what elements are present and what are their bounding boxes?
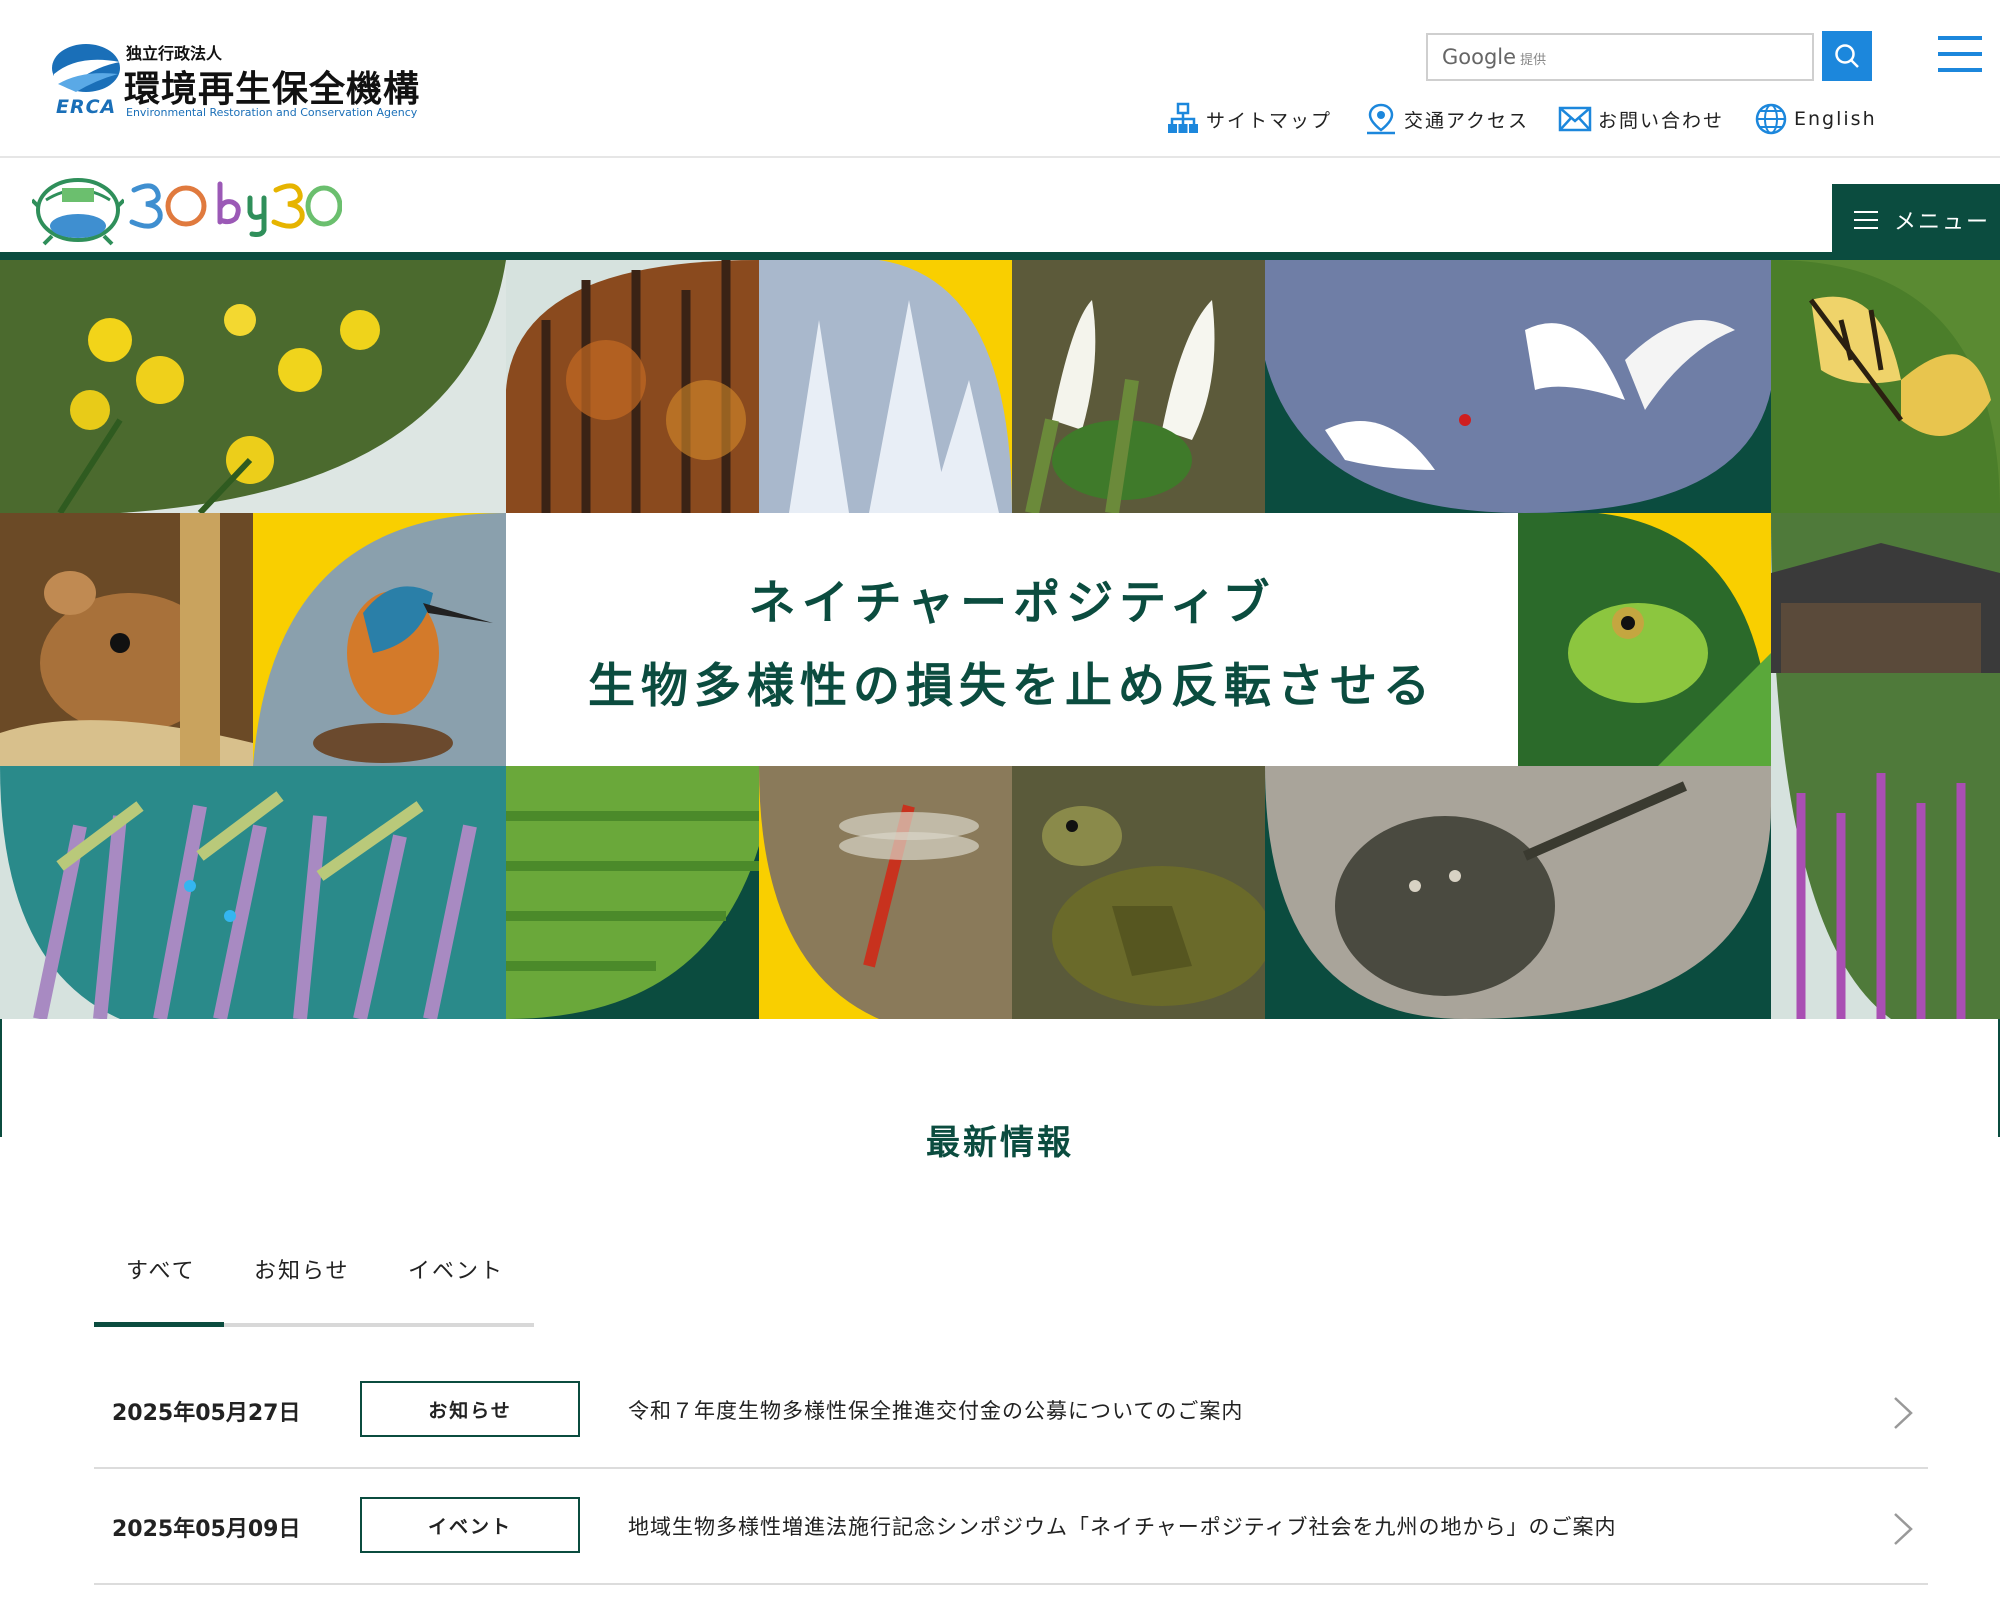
menu-button[interactable]: メニュー <box>1832 184 2000 256</box>
hero-photo-yellow-orchid <box>0 260 506 513</box>
site-header: ERCA 独立行政法人 環境再生保全機構 Environmental Resto… <box>0 0 2000 158</box>
map-pin-icon <box>1367 103 1395 135</box>
sitemap-label: サイトマップ <box>1206 109 1333 132</box>
logo-30by30[interactable] <box>32 170 342 246</box>
chevron-right-icon <box>1894 1513 1913 1545</box>
hamburger-menu-icon[interactable] <box>1938 36 1982 74</box>
search-provider: 提供 <box>1520 53 1547 68</box>
hero-photo-harvest-mouse <box>0 513 253 766</box>
sub-header: メニュー <box>0 158 2000 256</box>
contact-label: お問い合わせ <box>1598 109 1725 132</box>
tab-notice[interactable]: お知らせ <box>254 1253 350 1285</box>
active-tab-indicator <box>94 1322 224 1327</box>
hero-photo-horseshoe-crab <box>1265 766 1771 1019</box>
hero-photo-frosted-trees <box>759 260 1012 513</box>
news-item[interactable]: 2025年05月09日 イベント 地域生物多様性増進法施行記念シンポジウム「ネイ… <box>94 1469 1928 1585</box>
hero-photo-sea-turtle <box>1012 766 1265 1019</box>
news-category-badge: お知らせ <box>360 1381 580 1437</box>
news-section-title: 最新情報 <box>926 1123 1074 1163</box>
tab-all[interactable]: すべて <box>126 1253 196 1285</box>
news-date: 2025年05月09日 <box>112 1517 301 1542</box>
menu-label: メニュー <box>1894 210 1991 235</box>
hero-headline-2: 生物多様性の損失を止め反転させる <box>588 658 1436 714</box>
erca-logo[interactable]: ERCA 独立行政法人 環境再生保全機構 Environmental Resto… <box>48 40 428 120</box>
hero-photo-swallowtail <box>1771 260 2000 513</box>
globe-emblem-icon <box>32 178 124 246</box>
hero-message: ネイチャーポジティブ 生物多様性の損失を止め反転させる <box>506 513 1518 766</box>
hero-photo-rice-terraces <box>506 766 759 1019</box>
hero-photo-cranes <box>1265 260 1771 513</box>
hero-photo-autumn-forest <box>506 260 759 513</box>
search-button[interactable] <box>1822 31 1872 81</box>
hero-photo-farmhouse <box>1771 513 2000 1019</box>
hero-photo-coral-reef <box>0 766 506 1019</box>
contact-link[interactable]: お問い合わせ <box>1558 102 1724 136</box>
hero-photo-skunk-cabbage <box>1012 260 1265 513</box>
news-title-link[interactable]: 令和７年度生物多様性保全推進交付金の公募についてのご案内 <box>628 1395 1243 1425</box>
access-label: 交通アクセス <box>1404 109 1530 132</box>
news-category-badge: イベント <box>360 1497 580 1553</box>
header-divider <box>0 252 2000 260</box>
logo-english: Environmental Restoration and Conservati… <box>126 106 418 119</box>
sitemap-link[interactable]: サイトマップ <box>1166 102 1332 136</box>
chevron-right-icon <box>1894 1397 1913 1429</box>
menu-icon <box>1854 210 1878 230</box>
hero-banner: ネイチャーポジティブ 生物多様性の損失を止め反転させる <box>0 260 2000 1019</box>
tab-event[interactable]: イベント <box>408 1253 504 1285</box>
mail-icon <box>1558 106 1592 132</box>
english-label: English <box>1794 108 1877 130</box>
search-input[interactable]: Google 提供 <box>1426 33 1814 81</box>
logo-name: 環境再生保全機構 <box>124 69 421 110</box>
erca-abbr: ERCA <box>56 96 117 118</box>
globe-icon <box>1755 103 1787 135</box>
hero-photo-tree-frog <box>1518 513 1771 766</box>
sitemap-icon <box>1168 102 1198 133</box>
english-link[interactable]: English <box>1754 102 1877 136</box>
news-item[interactable]: 2025年05月27日 お知らせ 令和７年度生物多様性保全推進交付金の公募につい… <box>94 1353 1928 1469</box>
hero-photo-red-dragonfly <box>759 766 1012 1019</box>
news-title-link[interactable]: 地域生物多様性増進法施行記念シンポジウム「ネイチャーポジティブ社会を九州の地から… <box>628 1511 1617 1541</box>
search-icon <box>1835 44 1859 68</box>
hero-photo-kingfisher <box>253 513 506 766</box>
search-placeholder: Google 提供 <box>1442 45 1547 69</box>
30by30-wordmark <box>129 181 342 237</box>
news-date: 2025年05月27日 <box>112 1401 301 1426</box>
hero-headline-1: ネイチャーポジティブ <box>748 575 1276 631</box>
news-tabs: すべて お知らせ イベント <box>94 1253 534 1329</box>
access-link[interactable]: 交通アクセス <box>1364 102 1529 136</box>
